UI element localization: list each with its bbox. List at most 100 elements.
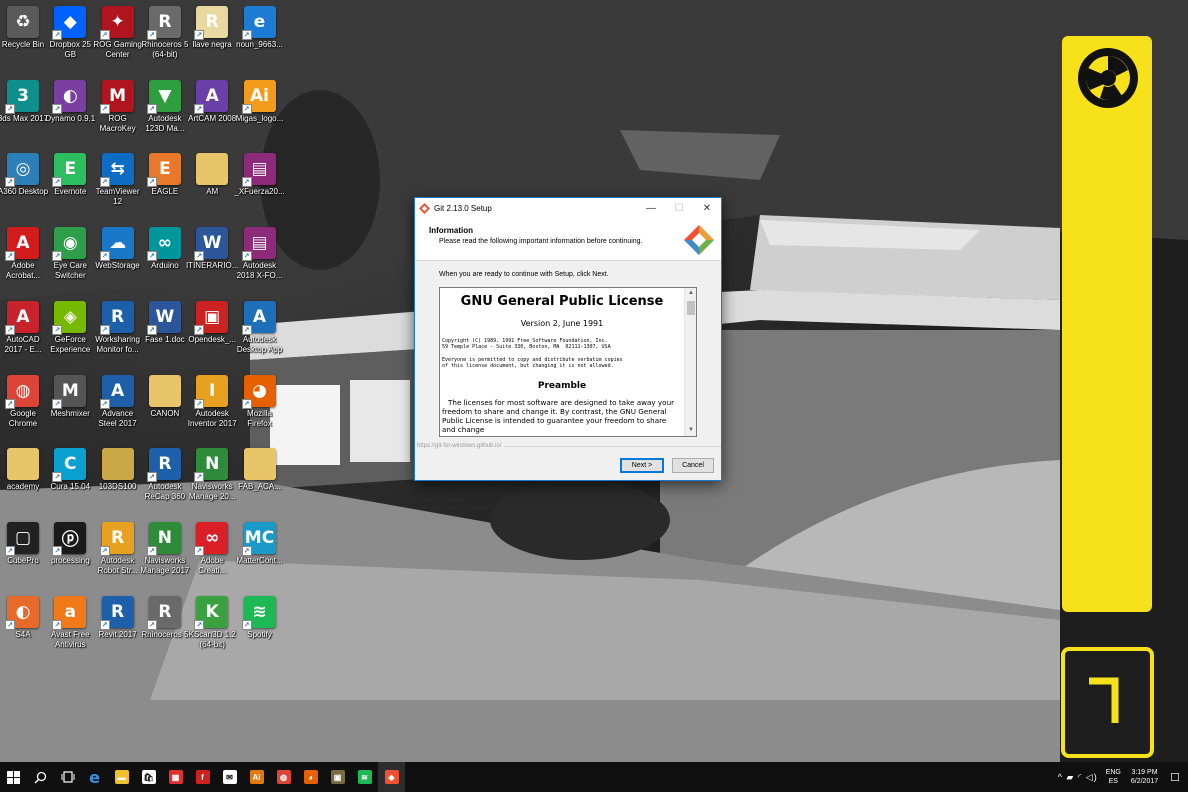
shortcut-arrow-icon: ↗: [241, 545, 252, 556]
shortcut-arrow-icon: ↗: [52, 398, 63, 409]
taskbar-app-button[interactable]: ✉: [216, 762, 243, 792]
shortcut-arrow-icon: ↗: [52, 103, 63, 114]
shortcut-arrow-icon: ↗: [194, 398, 205, 409]
processing-icon: ⓟ ↗: [52, 521, 87, 556]
taskbar-app-button[interactable]: f: [189, 762, 216, 792]
url-text: https://git-for-windows.github.io/: [415, 443, 505, 449]
evernote-icon: E ↗: [52, 153, 87, 188]
git-logo-icon: [684, 225, 714, 255]
advance-steel-icon: A ↗: [99, 374, 134, 409]
shortcut-arrow-icon: ↗: [194, 30, 205, 40]
task-view-button[interactable]: [54, 762, 81, 792]
dynamo-icon: ◐ ↗: [52, 79, 87, 114]
shortcut-arrow-icon: ↗: [52, 177, 63, 188]
clock[interactable]: 3:19 PM 6/2/2017: [1131, 768, 1158, 786]
dialog-title: Git 2.13.0 Setup: [434, 204, 492, 213]
desktop-icon-label: Spotify: [247, 629, 272, 639]
desktop-icon[interactable]: ≋ ↗ Spotify: [231, 592, 289, 640]
3ds-max-icon: 3 ↗: [5, 79, 39, 114]
desktop-icon[interactable]: MC ↗ MatterCont...: [231, 518, 289, 566]
shortcut-arrow-icon: ↗: [146, 619, 157, 630]
shortcut-arrow-icon: ↗: [99, 324, 110, 335]
taskbar-app-button[interactable]: ◍: [270, 762, 297, 792]
navisworks-icon: N ↗: [194, 448, 229, 483]
file-explorer-icon: ▬: [114, 770, 129, 784]
desktop-icon-grid: ♻ Recycle Bin ◆ ↗ Dropbox 25 GB ✦ ↗ ROG Gaming …: [0, 0, 290, 762]
folder-icon: [196, 153, 229, 186]
shortcut-arrow-icon: ↗: [99, 103, 110, 114]
cancel-button[interactable]: Cancel: [672, 458, 714, 473]
next-button[interactable]: Next >: [620, 458, 664, 473]
clock-date: 6/2/2017: [1130, 778, 1159, 785]
notification-center-icon[interactable]: ☐: [1170, 771, 1180, 784]
autocad-icon: A ↗: [5, 300, 39, 335]
desktop-icon[interactable]: ▤ ↗ _XFuerza20...: [231, 149, 289, 197]
chrome-icon: ◍: [276, 770, 291, 784]
fab-lab-logo-icon: [1078, 48, 1138, 108]
scrollbar-thumb[interactable]: [687, 301, 695, 315]
navisworks-icon: N ↗: [146, 521, 181, 556]
desktop-icon[interactable]: FAB_ACA...: [231, 444, 289, 492]
desktop-icon-label: Autodesk Desktop App: [236, 334, 283, 354]
desktop-icon[interactable]: A ↗ Autodesk Desktop App: [231, 297, 289, 355]
license-text-area[interactable]: GNU General Public License Version 2, Ju…: [439, 287, 697, 437]
shortcut-arrow-icon: ↗: [5, 619, 15, 630]
scroll-down-arrow-icon[interactable]: ▼: [685, 425, 696, 436]
taskbar-app-button[interactable]: ◕: [297, 762, 324, 792]
close-button[interactable]: ✕: [693, 198, 721, 219]
url-divider: https://git-for-windows.github.io/: [415, 442, 721, 450]
meshmixer-icon: M ↗: [52, 374, 87, 409]
language-indicator[interactable]: ENG ES: [1106, 768, 1121, 786]
rog-gaming-center-icon: ✦ ↗: [99, 6, 134, 40]
taskbar-app-button[interactable]: ◆: [378, 762, 405, 792]
revit-worksharing-icon: R ↗: [99, 300, 134, 335]
taskbar-app-button[interactable]: Ai: [243, 762, 270, 792]
desktop-icon[interactable]: e ↗ noun_9663...: [231, 2, 289, 50]
shortcut-arrow-icon: ↗: [99, 251, 110, 262]
search-button[interactable]: [27, 762, 54, 792]
store-icon: 🛍: [141, 770, 156, 784]
folder-icon: [7, 448, 39, 481]
license-content: GNU General Public License Version 2, Ju…: [440, 288, 684, 436]
taskbar-app-button[interactable]: ▦: [162, 762, 189, 792]
autodesk-app-icon: A ↗: [241, 300, 276, 335]
taskbar-app-button[interactable]: ▬: [108, 762, 135, 792]
app-icon: ▣: [330, 770, 345, 784]
license-paragraph: The licenses for most software are desig…: [442, 398, 675, 434]
firefox-icon: ◕: [303, 770, 318, 784]
eye-care-icon: ◉ ↗: [52, 227, 87, 262]
desktop-icon[interactable]: ◕ ↗ Mozilla Firefox: [231, 371, 289, 429]
taskbar-app-button[interactable]: ≋: [351, 762, 378, 792]
taskbar-edge-button[interactable]: e: [81, 762, 108, 792]
shortcut-arrow-icon: ↗: [52, 30, 63, 40]
desktop-icon[interactable]: Ai ↗ Migas_logo...: [231, 76, 289, 124]
minimize-button[interactable]: —: [637, 198, 665, 219]
shortcut-arrow-icon: ↗: [99, 177, 110, 188]
start-button[interactable]: [0, 762, 27, 792]
license-scrollbar[interactable]: ▲ ▼: [684, 288, 696, 436]
shortcut-arrow-icon: ↗: [241, 398, 252, 409]
s4a-icon: ◐ ↗: [5, 595, 39, 630]
shortcut-arrow-icon: ↗: [146, 545, 157, 556]
shortcut-arrow-icon: ↗: [99, 545, 110, 556]
desktop-icon-label: Autodesk 2018 X-FO...: [236, 261, 283, 281]
desktop-icon-label: MatterCont...: [236, 555, 283, 565]
avast-icon: a ↗: [52, 595, 87, 630]
keyboard-layout: ES: [1108, 778, 1118, 785]
license-title: GNU General Public License: [460, 294, 664, 309]
taskbar-app-button[interactable]: 🛍: [135, 762, 162, 792]
scroll-up-arrow-icon[interactable]: ▲: [685, 288, 696, 299]
shortcut-arrow-icon: ↗: [99, 398, 110, 409]
dialog-titlebar[interactable]: Git 2.13.0 Setup — ☐ ✕: [415, 198, 721, 219]
git-icon: [419, 203, 430, 214]
desktop-icon-label: noun_9663...: [236, 40, 283, 49]
shortcut-arrow-icon: ↗: [146, 103, 157, 114]
shortcut-arrow-icon: ↗: [99, 30, 110, 40]
desktop-icon[interactable]: ▤ ↗ Autodesk 2018 X-FO...: [231, 223, 289, 281]
system-tray: ^ ▰ ◜ ◁) ENG ES 3:19 PM 6/2/2017 ☐: [1058, 762, 1188, 792]
arduino-icon: ∞ ↗: [146, 227, 181, 262]
taskbar-app-button[interactable]: ▣: [324, 762, 351, 792]
rog-macrokey-icon: M ↗: [99, 79, 134, 114]
taskbar: e ▬ 🛍 ▦ f ✉ Ai ◍ ◕ ▣ ≋ ◆ ^ ▰ ◜ ◁) ENG ES 3:19 PM 6…: [0, 762, 1188, 792]
tray-icons[interactable]: ^ ▰ ◜ ◁): [1058, 772, 1098, 783]
